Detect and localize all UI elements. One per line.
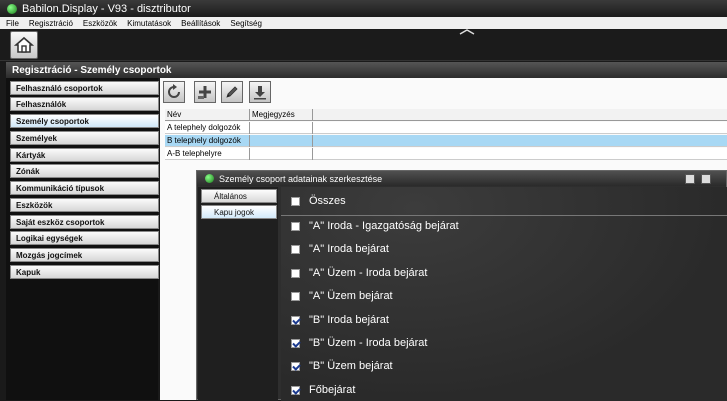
permission-item[interactable]: "B" Iroda bejárat: [291, 313, 389, 327]
permission-item[interactable]: "A" Üzem - Iroda bejárat: [291, 266, 427, 280]
window-title: Babilon.Display - V93 - disztributor: [22, 2, 191, 15]
add-button[interactable]: [194, 81, 216, 103]
table-row-selected[interactable]: B telephely dolgozók: [165, 135, 727, 147]
permission-checkbox[interactable]: [291, 315, 300, 325]
edit-button[interactable]: [221, 81, 243, 103]
permission-label: "A" Üzem - Iroda bejárat: [309, 267, 428, 279]
close-icon[interactable]: [701, 174, 711, 184]
table-cell-name: B telephely dolgozók: [165, 135, 250, 147]
permission-item[interactable]: "A" Iroda - Igazgatóság bejárat: [291, 219, 459, 233]
collapse-caret-icon[interactable]: [456, 29, 478, 35]
permission-checkbox[interactable]: [291, 268, 300, 278]
gate-permissions-panel: Összes "A" Iroda - Igazgatóság bejárat "…: [281, 187, 727, 401]
download-button[interactable]: [249, 81, 271, 103]
permission-label: "B" Üzem bejárat: [309, 360, 393, 372]
sidebar: Felhasználó csoportok Felhasználók Szemé…: [6, 78, 159, 400]
save-icon[interactable]: [685, 174, 695, 184]
permission-checkbox[interactable]: [291, 221, 300, 231]
home-button[interactable]: [10, 31, 38, 59]
table-header: Név Megjegyzés: [165, 109, 727, 121]
menu-file[interactable]: File: [6, 19, 19, 28]
column-header-nev[interactable]: Név: [165, 109, 250, 121]
menubar: File Regisztráció Eszközök Kimutatások B…: [0, 17, 727, 29]
sidebar-item-szemely-csoportok[interactable]: Személy csoportok: [10, 114, 159, 128]
edit-group-dialog: Személy csoport adatainak szerkesztése Á…: [196, 170, 727, 401]
refresh-button[interactable]: [163, 81, 185, 103]
add-icon: [198, 86, 211, 99]
sidebar-item-felhasznalok[interactable]: Felhasználók: [10, 97, 159, 111]
sidebar-item-logikai-egysegek[interactable]: Logikai egységek: [10, 231, 159, 245]
divider: [281, 215, 727, 216]
sidebar-item-felhasznalo-csoportok[interactable]: Felhasználó csoportok: [10, 81, 159, 95]
section-header: Regisztráció - Személy csoportok: [6, 62, 727, 78]
table-row[interactable]: A-B telephelyre: [165, 148, 727, 160]
sidebar-item-szemelyek[interactable]: Személyek: [10, 131, 159, 145]
permission-item[interactable]: "A" Iroda bejárat: [291, 242, 389, 256]
permission-label: "A" Iroda bejárat: [309, 243, 389, 255]
permission-label: "B" Iroda bejárat: [309, 314, 389, 326]
top-toolstrip: [0, 29, 727, 61]
sidebar-item-mozgas-jogcimek[interactable]: Mozgás jogcímek: [10, 248, 159, 262]
tab-kapu-jogok[interactable]: Kapu jogok: [201, 205, 277, 219]
window-titlebar: Babilon.Display - V93 - disztributor: [0, 0, 727, 17]
sidebar-item-eszkozok[interactable]: Eszközök: [10, 198, 159, 212]
permission-checkbox[interactable]: [291, 361, 300, 371]
table-cell-name: A telephely dolgozók: [165, 122, 250, 134]
table-cell-note: [250, 148, 313, 160]
home-icon: [14, 36, 34, 53]
permission-label: "A" Üzem bejárat: [309, 290, 393, 302]
download-icon: [254, 86, 266, 100]
menu-eszkozok[interactable]: Eszközök: [83, 19, 117, 28]
select-all-label: Összes: [309, 195, 346, 207]
table-cell-name: A-B telephelyre: [165, 148, 250, 160]
section-title: Regisztráció - Személy csoportok: [12, 64, 172, 76]
menu-regisztracio[interactable]: Regisztráció: [29, 19, 73, 28]
column-header-megjegyzes[interactable]: Megjegyzés: [250, 109, 313, 121]
permission-label: "A" Iroda - Igazgatóság bejárat: [309, 220, 459, 232]
table-cell-note: [250, 135, 313, 147]
tab-altalanos[interactable]: Általános: [201, 189, 277, 203]
permission-checkbox[interactable]: [291, 291, 300, 301]
permission-checkbox[interactable]: [291, 338, 300, 348]
sidebar-item-kapuk[interactable]: Kapuk: [10, 265, 159, 279]
dialog-titlebar: Személy csoport adatainak szerkesztése: [197, 171, 726, 186]
table-cell-note: [250, 122, 313, 134]
permission-label: "B" Üzem - Iroda bejárat: [309, 337, 428, 349]
permission-label: Főbejárat: [309, 384, 356, 396]
permission-item[interactable]: Főbejárat: [291, 383, 355, 397]
dialog-tabs: Általános Kapu jogok: [198, 187, 278, 401]
permission-checkbox[interactable]: [291, 244, 300, 254]
dialog-title: Személy csoport adatainak szerkesztése: [219, 173, 383, 184]
menu-segitseg[interactable]: Segítség: [230, 19, 262, 28]
menu-beallitasok[interactable]: Beállítások: [181, 19, 220, 28]
sidebar-item-sajat-eszkoz-csoportok[interactable]: Saját eszköz csoportok: [10, 215, 159, 229]
menu-kimutatasok[interactable]: Kimutatások: [127, 19, 171, 28]
app-icon: [205, 174, 214, 183]
permission-item[interactable]: "B" Üzem bejárat: [291, 359, 393, 373]
refresh-icon: [168, 84, 180, 98]
table-row[interactable]: A telephely dolgozók: [165, 122, 727, 134]
sidebar-item-kartyak[interactable]: Kártyák: [10, 148, 159, 162]
permission-item[interactable]: "A" Üzem bejárat: [291, 289, 393, 303]
sidebar-item-zonak[interactable]: Zónák: [10, 164, 159, 178]
select-all-checkbox[interactable]: [291, 196, 300, 206]
select-all-option[interactable]: Összes: [291, 194, 346, 208]
sidebar-item-kommunikacio-tipusok[interactable]: Kommunikáció típusok: [10, 181, 159, 195]
permission-item[interactable]: "B" Üzem - Iroda bejárat: [291, 336, 427, 350]
edit-icon: [226, 86, 238, 98]
app-icon: [7, 3, 17, 14]
permission-checkbox[interactable]: [291, 385, 300, 395]
